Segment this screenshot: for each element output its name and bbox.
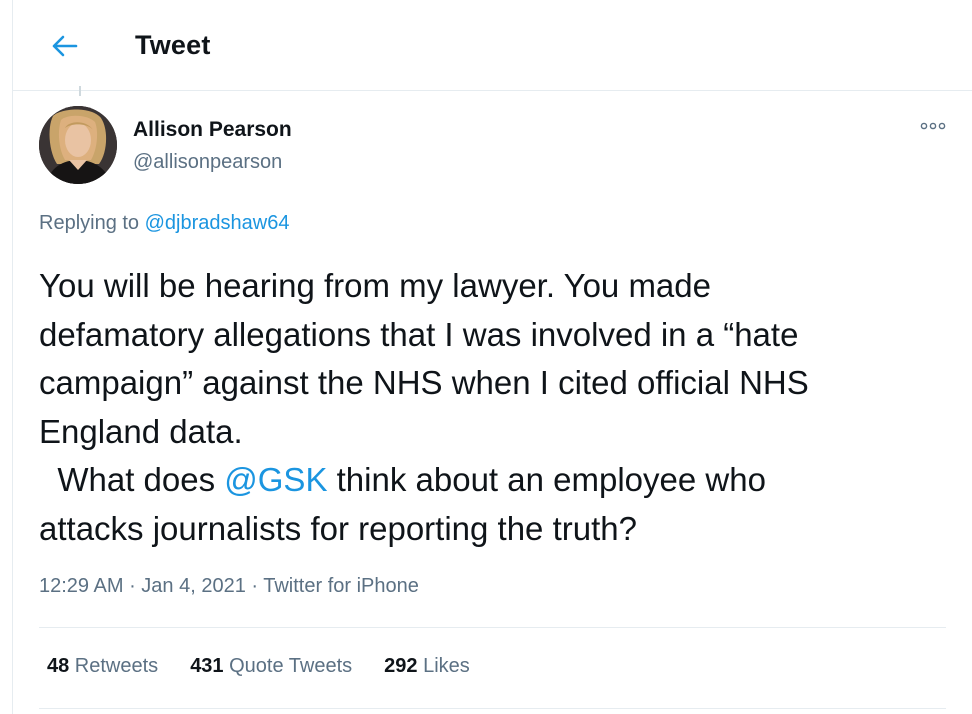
back-button[interactable] bbox=[49, 30, 81, 62]
tweet-text-line: What does @GSK think about an employee w… bbox=[39, 456, 939, 505]
avatar[interactable] bbox=[39, 106, 117, 184]
tweet-text-segment: think about an employee who bbox=[327, 461, 766, 498]
retweets-stat[interactable]: 48 Retweets bbox=[47, 655, 158, 678]
tweet-timestamp-time[interactable]: 12:29 AM bbox=[39, 575, 124, 597]
quote-tweets-stat[interactable]: 431 Quote Tweets bbox=[190, 655, 352, 678]
author-handle[interactable]: @allisonpearson bbox=[133, 149, 292, 175]
tweet-page: Tweet Allison Pearson @allisonpearson Re… bbox=[12, 0, 972, 714]
likes-count: 292 bbox=[384, 655, 418, 677]
author-name[interactable]: Allison Pearson bbox=[133, 117, 292, 143]
mention-link-gsk[interactable]: @GSK bbox=[224, 461, 327, 498]
page-title: Tweet bbox=[135, 30, 211, 60]
quote-tweets-label: Quote Tweets bbox=[223, 655, 353, 677]
engagement-stats: 48 Retweets 431 Quote Tweets 292 Likes bbox=[47, 655, 470, 678]
replying-to: Replying to @djbradshaw64 bbox=[39, 212, 289, 235]
tweet-metadata: 12:29 AM · Jan 4, 2021 · Twitter for iPh… bbox=[39, 575, 419, 598]
retweets-label: Retweets bbox=[69, 655, 159, 677]
meta-separator: · bbox=[123, 575, 142, 597]
page-header: Tweet bbox=[13, 0, 972, 91]
author-block[interactable]: Allison Pearson @allisonpearson bbox=[133, 117, 292, 175]
back-arrow-icon bbox=[52, 35, 78, 57]
tweet-text-line: attacks journalists for reporting the tr… bbox=[39, 509, 637, 547]
likes-label: Likes bbox=[417, 655, 470, 677]
likes-stat[interactable]: 292 Likes bbox=[384, 655, 470, 678]
tweet-text: You will be hearing from my lawyer. You … bbox=[39, 262, 939, 553]
tweet-text-segment: What does bbox=[39, 461, 225, 498]
tweet-timestamp-date[interactable]: Jan 4, 2021 bbox=[141, 575, 246, 597]
tweet-text-line: You will be hearing from my lawyer. You … bbox=[39, 267, 711, 304]
divider bbox=[39, 627, 946, 628]
divider bbox=[39, 708, 946, 709]
replying-to-label: Replying to bbox=[39, 212, 145, 234]
meta-separator: · bbox=[245, 575, 264, 597]
thread-connector-line bbox=[79, 86, 81, 96]
more-options-icon bbox=[920, 122, 946, 130]
tweet-text-line: defamatory allegations that I was involv… bbox=[39, 315, 799, 353]
retweets-count: 48 bbox=[47, 655, 70, 677]
tweet-text-line: England data. bbox=[39, 412, 243, 450]
tweet-text-line: campaign” against the NHS when I cited o… bbox=[39, 364, 809, 401]
tweet-source-link[interactable]: Twitter for iPhone bbox=[263, 575, 419, 597]
quote-tweets-count: 431 bbox=[190, 655, 224, 677]
profile-photo bbox=[39, 106, 117, 184]
reply-mention-link[interactable]: @djbradshaw64 bbox=[145, 212, 290, 234]
more-options-button[interactable] bbox=[917, 116, 949, 136]
